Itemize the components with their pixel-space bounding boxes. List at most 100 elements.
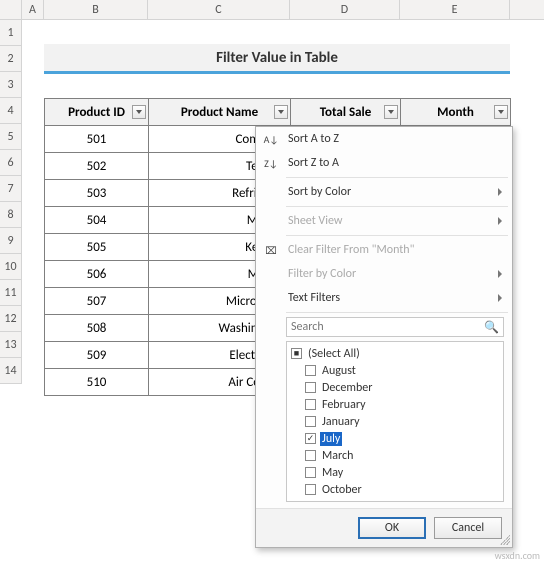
filter-checkbox-item[interactable]: February xyxy=(305,396,499,413)
submenu-caret-icon xyxy=(498,217,502,225)
sort-az-item[interactable]: A↓ Sort A to Z xyxy=(256,127,512,151)
checkbox-icon[interactable] xyxy=(305,467,316,478)
submenu-caret-icon xyxy=(498,270,502,278)
cell-id[interactable]: 507 xyxy=(45,288,149,315)
row-header[interactable]: 5 xyxy=(0,124,21,150)
clear-filter-item: ⌧ Clear Filter From "Month" xyxy=(256,238,512,262)
clear-filter-icon: ⌧ xyxy=(262,244,280,257)
cell-id[interactable]: 505 xyxy=(45,234,149,261)
resize-grip-icon[interactable] xyxy=(500,535,510,545)
checkbox-label: July xyxy=(320,432,342,446)
cell-id[interactable]: 501 xyxy=(45,126,149,153)
cancel-button[interactable]: Cancel xyxy=(434,517,502,539)
menu-label: Sort by Color xyxy=(288,185,351,199)
row-header[interactable]: 3 xyxy=(0,72,21,98)
sort-az-icon: A↓ xyxy=(262,133,280,146)
filter-dropdown-icon[interactable] xyxy=(494,105,508,119)
ok-button[interactable]: OK xyxy=(358,517,426,539)
row-header-col: 1 2 3 4 5 6 7 8 9 10 11 12 13 14 xyxy=(0,20,22,384)
checkbox-icon[interactable] xyxy=(305,450,316,461)
col-product-name: Product Name xyxy=(181,105,258,120)
row-header[interactable]: 4 xyxy=(0,98,21,124)
filter-by-color-item: Filter by Color xyxy=(256,262,512,286)
sheet-view-item: Sheet View xyxy=(256,209,512,233)
menu-label: Text Filters xyxy=(288,291,340,305)
col-header[interactable]: B xyxy=(44,0,148,19)
submenu-caret-icon xyxy=(498,188,502,196)
row-header[interactable]: 14 xyxy=(0,358,21,384)
row-header[interactable]: 7 xyxy=(0,176,21,202)
col-header[interactable]: C xyxy=(148,0,290,19)
column-header-row: A B C D E xyxy=(0,0,544,20)
checkbox-label: August xyxy=(320,364,358,378)
sort-by-color-item[interactable]: Sort by Color xyxy=(256,180,512,204)
select-all-corner[interactable] xyxy=(0,0,22,19)
submenu-caret-icon xyxy=(498,294,502,302)
checkbox-label: February xyxy=(320,398,368,412)
filter-checkbox-item[interactable]: December xyxy=(305,379,499,396)
menu-label: Sort Z to A xyxy=(288,156,339,170)
cell-id[interactable]: 510 xyxy=(45,369,149,396)
cell-id[interactable]: 503 xyxy=(45,180,149,207)
watermark: wsxdn.com xyxy=(495,549,540,562)
text-filters-item[interactable]: Text Filters xyxy=(256,286,512,310)
menu-label: Sheet View xyxy=(288,214,342,228)
col-header[interactable]: E xyxy=(400,0,510,19)
cell-id[interactable]: 508 xyxy=(45,315,149,342)
col-total-sale: Total Sale xyxy=(320,105,372,120)
row-header[interactable]: 1 xyxy=(0,20,21,46)
checkbox-icon[interactable]: ■ xyxy=(291,348,302,359)
menu-label: Clear Filter From "Month" xyxy=(288,243,414,257)
filter-dropdown-icon[interactable] xyxy=(384,105,398,119)
row-header[interactable]: 9 xyxy=(0,228,21,254)
checkbox-icon[interactable] xyxy=(305,399,316,410)
menu-separator xyxy=(286,177,508,178)
col-product-id: Product ID xyxy=(68,105,125,120)
filter-dropdown-icon[interactable] xyxy=(274,105,288,119)
checkbox-icon[interactable]: ✓ xyxy=(305,433,316,444)
filter-checkbox-item[interactable]: March xyxy=(305,447,499,464)
menu-separator xyxy=(286,235,508,236)
menu-separator xyxy=(286,312,508,313)
filter-checkbox-item[interactable]: August xyxy=(305,362,499,379)
checkbox-icon[interactable] xyxy=(305,382,316,393)
row-header[interactable]: 11 xyxy=(0,280,21,306)
checkbox-icon[interactable] xyxy=(305,416,316,427)
sort-za-item[interactable]: Z↓ Sort Z to A xyxy=(256,151,512,175)
cell-id[interactable]: 506 xyxy=(45,261,149,288)
row-header[interactable]: 13 xyxy=(0,332,21,358)
menu-label: Sort A to Z xyxy=(288,132,339,146)
checkbox-label: March xyxy=(320,449,355,463)
filter-checkbox-item[interactable]: ✓ July xyxy=(305,430,499,447)
checkbox-icon[interactable] xyxy=(305,365,316,376)
col-header[interactable]: A xyxy=(22,0,44,19)
search-icon: 🔍 xyxy=(484,320,499,335)
row-header[interactable]: 6 xyxy=(0,150,21,176)
filter-search-input[interactable]: Search 🔍 xyxy=(286,317,504,337)
row-header[interactable]: 12 xyxy=(0,306,21,332)
filter-dropdown-icon[interactable] xyxy=(132,105,146,119)
table-header-row: Product ID Product Name Total Sale Month xyxy=(45,99,511,126)
filter-checkbox-item[interactable]: January xyxy=(305,413,499,430)
filter-dropdown-popup: A↓ Sort A to Z Z↓ Sort Z to A Sort by Co… xyxy=(255,126,513,548)
sort-za-icon: Z↓ xyxy=(262,157,280,170)
cell-id[interactable]: 502 xyxy=(45,153,149,180)
menu-label: Filter by Color xyxy=(288,267,356,281)
checkbox-label: December xyxy=(320,381,374,395)
checkbox-icon[interactable] xyxy=(305,484,316,495)
col-header[interactable]: D xyxy=(290,0,400,19)
search-placeholder: Search xyxy=(291,320,324,334)
menu-separator xyxy=(286,206,508,207)
checkbox-label: (Select All) xyxy=(306,347,362,361)
cell-id[interactable]: 504 xyxy=(45,207,149,234)
filter-checkbox-item[interactable]: October xyxy=(305,481,499,498)
col-month: Month xyxy=(437,105,474,120)
cell-id[interactable]: 509 xyxy=(45,342,149,369)
dialog-button-row: OK Cancel xyxy=(256,508,512,547)
row-header[interactable]: 8 xyxy=(0,202,21,228)
filter-checkbox-item[interactable]: May xyxy=(305,464,499,481)
row-header[interactable]: 10 xyxy=(0,254,21,280)
filter-value-list[interactable]: ■ (Select All) August December FebruaryJanua… xyxy=(286,341,504,502)
row-header[interactable]: 2 xyxy=(0,46,21,72)
filter-checkbox-item[interactable]: ■ (Select All) xyxy=(291,345,499,362)
